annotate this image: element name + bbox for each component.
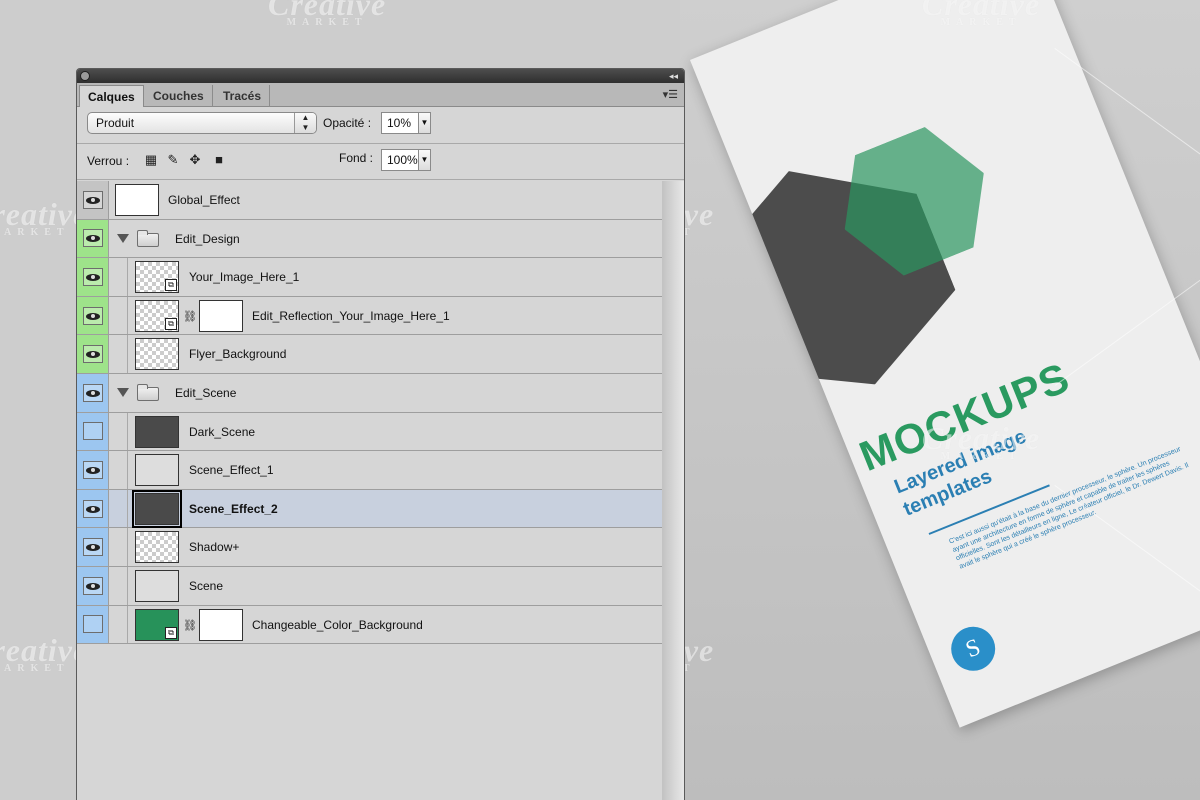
eye-icon[interactable]: [83, 229, 103, 248]
eye-icon[interactable]: [83, 190, 103, 209]
layer-thumbnail: [132, 489, 182, 528]
layers-panel: ◂◂ Calques Couches Tracés ▾☰ Produit ▲ ▼ …: [76, 68, 685, 800]
layer-row[interactable]: ⧉ ⛓ Edit_Reflection_Your_Image_Here_1: [77, 296, 662, 336]
layer-thumbnail: [135, 569, 179, 602]
layer-thumbnail: [135, 454, 179, 487]
lock-label: Verrou :: [87, 154, 130, 168]
layer-name: Changeable_Color_Background: [252, 617, 423, 632]
lock-move-icon[interactable]: ✥: [187, 152, 203, 168]
layer-thumbnail: ⧉: [135, 299, 179, 332]
visibility-toggle[interactable]: [83, 422, 103, 441]
expand-triangle-icon[interactable]: [117, 233, 129, 243]
layer-row[interactable]: ⧉ ⛓ Changeable_Color_Background: [77, 605, 662, 645]
smart-object-icon: ⧉: [165, 626, 177, 639]
group-name: Edit_Design: [175, 231, 240, 246]
layer-name: Scene: [189, 578, 224, 593]
eye-icon[interactable]: [83, 345, 103, 364]
watermark: CreativeMARKET: [268, 0, 387, 28]
layer-thumbnail: ⧉: [135, 608, 179, 641]
layer-row-selected[interactable]: Scene_Effect_2: [77, 489, 662, 529]
group-row[interactable]: Edit_Design: [77, 219, 662, 259]
smart-object-icon: ⧉: [165, 279, 177, 292]
layer-name: Shadow+: [189, 540, 240, 555]
divider: [77, 143, 684, 144]
group-row[interactable]: Edit_Scene: [77, 373, 662, 413]
eye-icon[interactable]: [83, 267, 103, 286]
layer-thumbnail: [135, 531, 179, 564]
smart-object-icon: ⧉: [165, 317, 177, 330]
layer-name: Dark_Scene: [189, 424, 256, 439]
watermark: CreativeMARKET: [0, 196, 89, 238]
eye-icon[interactable]: [83, 538, 103, 557]
layer-row[interactable]: ⧉ Your_Image_Here_1: [77, 258, 662, 297]
eye-icon[interactable]: [83, 460, 103, 479]
layer-row[interactable]: Dark_Scene: [77, 412, 662, 452]
opacity-dropdown-icon[interactable]: ▼: [419, 112, 431, 134]
blend-mode-value: Produit: [96, 116, 135, 130]
blend-row: Produit ▲ ▼ Opacité : 10% ▼: [85, 112, 675, 136]
folder-icon: [137, 383, 159, 401]
lock-row: Verrou : ▦ ✎ ✥ ■ Fond : 100% ▼: [85, 149, 675, 173]
expand-triangle-icon[interactable]: [117, 387, 129, 397]
layer-thumbnail: ⧉: [135, 261, 179, 294]
eye-icon[interactable]: [83, 383, 103, 402]
layer-row[interactable]: Scene_Effect_1: [77, 451, 662, 490]
layers-list: Global_Effect Edit_Design ⧉ Your_Image_H…: [77, 181, 662, 645]
folder-icon: [137, 229, 159, 247]
fill-label: Fond :: [339, 151, 374, 165]
fill-field[interactable]: 100%: [381, 149, 419, 171]
opacity-field[interactable]: 10%: [381, 112, 419, 134]
divider: [77, 179, 684, 180]
eye-icon[interactable]: [83, 499, 103, 518]
layer-thumbnail: [135, 415, 179, 448]
tab-couches[interactable]: Couches: [145, 85, 213, 107]
close-icon[interactable]: [80, 71, 90, 81]
layer-row[interactable]: Global_Effect: [77, 181, 662, 220]
blend-mode-select[interactable]: Produit ▲ ▼: [87, 112, 317, 134]
layer-name: Global_Effect: [168, 193, 240, 207]
layer-thumbnail: [115, 184, 159, 216]
panel-tabbar: Calques Couches Tracés ▾☰: [77, 83, 684, 107]
updown-arrows-icon: ▲ ▼: [294, 113, 316, 133]
layer-name: Scene_Effect_1: [189, 463, 274, 478]
layer-row[interactable]: Scene: [77, 566, 662, 606]
collapse-icon[interactable]: ◂◂: [669, 69, 678, 83]
lock-transparency-icon[interactable]: ▦: [143, 152, 159, 168]
panel-menu-icon[interactable]: ▾☰: [663, 88, 678, 101]
eye-icon[interactable]: [83, 576, 103, 595]
eye-icon[interactable]: [83, 306, 103, 325]
visibility-toggle[interactable]: [83, 615, 103, 634]
chain-link-icon[interactable]: ⛓: [183, 618, 197, 634]
layer-row[interactable]: Shadow+: [77, 528, 662, 567]
layer-thumbnail: [135, 338, 179, 371]
flyer-logo: S: [944, 620, 1002, 678]
fill-dropdown-icon[interactable]: ▼: [419, 149, 431, 171]
layer-name: Your_Image_Here_1: [189, 270, 300, 285]
group-name: Edit_Scene: [175, 385, 237, 400]
watermark: CreativeMARKET: [0, 632, 89, 674]
layer-name: Flyer_Background: [189, 347, 287, 362]
layer-row[interactable]: Flyer_Background: [77, 335, 662, 374]
layer-name: Edit_Reflection_Your_Image_Here_1: [252, 308, 450, 323]
lock-all-icon[interactable]: ■: [211, 152, 227, 168]
scrollbar-track[interactable]: [662, 181, 684, 800]
lock-brush-icon[interactable]: ✎: [165, 152, 181, 168]
tab-traces[interactable]: Tracés: [215, 85, 271, 107]
opacity-label: Opacité :: [323, 116, 372, 130]
tab-calques[interactable]: Calques: [79, 85, 144, 107]
panel-titlebar[interactable]: ◂◂: [77, 69, 684, 83]
chain-link-icon[interactable]: ⛓: [183, 309, 197, 325]
layer-mask-thumbnail[interactable]: [199, 299, 243, 332]
layer-mask-thumbnail[interactable]: [199, 608, 243, 641]
layer-name: Scene_Effect_2: [189, 501, 278, 516]
